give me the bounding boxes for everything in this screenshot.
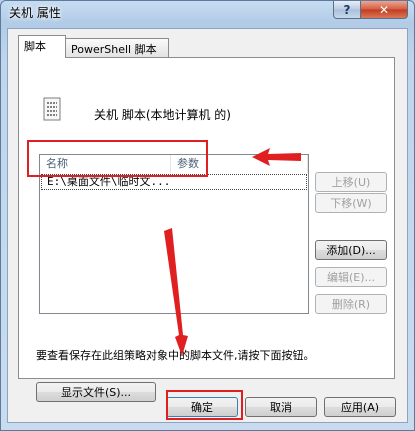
remove-button[interactable]: 删除(R): [315, 294, 387, 314]
column-header-name[interactable]: 名称: [40, 155, 171, 173]
edit-button[interactable]: 编辑(E)...: [315, 267, 387, 287]
ok-button[interactable]: 确定: [166, 397, 238, 417]
show-files-button[interactable]: 显示文件(S)...: [36, 382, 156, 402]
script-document-icon: [43, 97, 61, 121]
close-icon: ✕: [378, 2, 390, 17]
tab-panel: 关机 脚本(本地计算机 的) 名称 参数 E:\桌面文件\临时文... 上移(U…: [18, 57, 395, 402]
add-button[interactable]: 添加(D)...: [315, 240, 387, 260]
script-name-cell: E:\桌面文件\临时文...: [47, 175, 171, 188]
move-up-button[interactable]: 上移(U): [315, 172, 387, 192]
move-down-button[interactable]: 下移(W): [315, 193, 387, 213]
close-button[interactable]: ✕: [360, 1, 408, 19]
cancel-button[interactable]: 取消: [245, 397, 317, 417]
script-heading: 关机 脚本(本地计算机 的): [94, 108, 231, 122]
window-title: 关机 属性: [9, 6, 61, 20]
help-icon: ?: [343, 2, 351, 17]
script-list[interactable]: 名称 参数 E:\桌面文件\临时文...: [39, 154, 309, 314]
tab-label: PowerShell 脚本: [71, 43, 157, 56]
tab-powershell-scripts[interactable]: PowerShell 脚本: [65, 38, 169, 57]
help-button[interactable]: ?: [333, 1, 361, 19]
column-header-params[interactable]: 参数: [171, 155, 308, 173]
hint-text: 要查看保存在此组策略对象中的脚本文件,请按下面按钮。: [36, 349, 315, 362]
apply-button[interactable]: 应用(A): [324, 397, 396, 417]
dialog-client-area: 脚本 PowerShell 脚本 关机 脚本(本地计算机 的) 名称 参数 E:…: [7, 28, 408, 423]
tab-scripts[interactable]: 脚本: [18, 35, 66, 58]
table-row[interactable]: E:\桌面文件\临时文...: [41, 174, 307, 190]
tab-label: 脚本: [24, 40, 46, 53]
